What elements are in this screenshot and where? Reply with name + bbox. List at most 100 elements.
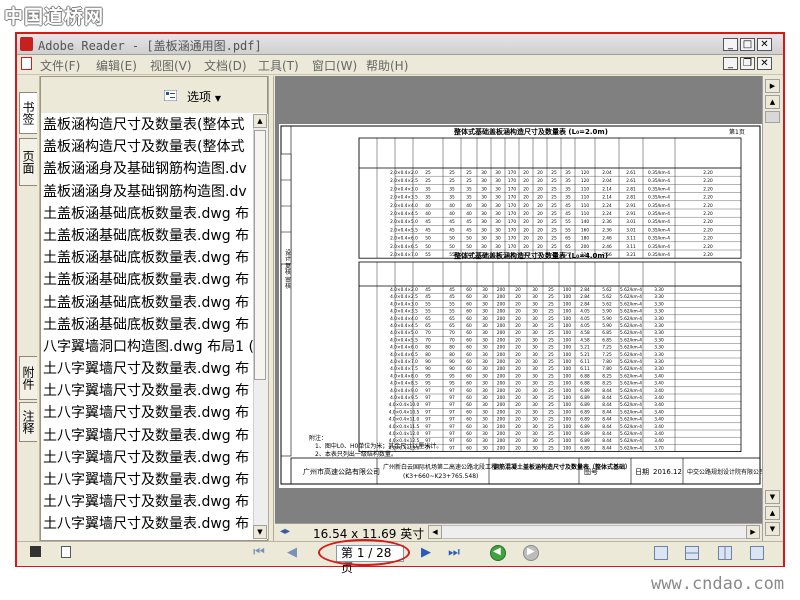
horizontal-scrollbar[interactable] xyxy=(428,525,760,539)
scroll-right-arrow-icon[interactable]: ▶ xyxy=(746,525,760,539)
table-cell: 25 xyxy=(548,388,554,394)
table-cell: 97 xyxy=(449,388,455,394)
table-cell: 97 xyxy=(449,402,455,408)
tab-comments[interactable]: 注释 xyxy=(19,402,37,442)
menu-document[interactable]: 文档(D) xyxy=(204,57,247,74)
continuous-layout-icon[interactable] xyxy=(685,546,699,560)
menu-edit[interactable]: 编辑(E) xyxy=(96,57,137,74)
table-cell: 30 xyxy=(495,211,501,217)
table-cell: 3.21 xyxy=(626,252,636,258)
bookmark-item[interactable]: 土八字翼墙尺寸及数量表.dwg 布 xyxy=(43,491,253,513)
bookmark-item[interactable]: 土盖板涵基础底板数量表.dwg 布 xyxy=(43,269,253,291)
scroll-down-arrow-icon[interactable]: ▼ xyxy=(253,525,267,539)
continuous-facing-layout-icon[interactable] xyxy=(750,546,764,560)
bookmark-item[interactable]: 土盖板涵基础底板数量表.dwg 布 xyxy=(43,203,253,225)
panel-splitter[interactable] xyxy=(268,76,274,541)
chevron-down-icon: ▼ xyxy=(214,94,221,103)
bookmark-item[interactable]: 土八字翼墙尺寸及数量表.dwg 布 xyxy=(43,380,253,402)
table-cell: 45 xyxy=(565,203,571,209)
table-cell: 30 xyxy=(532,301,538,307)
bookmark-item[interactable]: 土八字翼墙尺寸及数量表.dwg 布 xyxy=(43,447,253,469)
minimize-button[interactable]: _ xyxy=(723,38,738,51)
options-menu[interactable]: 选项 ▼ xyxy=(187,88,221,105)
table-cell: 5.62/km-4 xyxy=(620,316,642,322)
bookmark-item[interactable]: 土盖板涵基础底板数量表.dwg 布 xyxy=(43,247,253,269)
table-cell: 60 xyxy=(466,345,472,351)
doc-restore-button[interactable]: ❐ xyxy=(740,57,755,70)
table-cell: 30 xyxy=(532,294,538,300)
table-cell: 25 xyxy=(548,445,554,451)
table-cell: 8.44 xyxy=(602,445,612,451)
doc-scroll-up-icon[interactable]: ▲ xyxy=(765,95,780,109)
next-page-icon[interactable]: ▶ xyxy=(418,545,434,561)
doc-scroll-down-icon[interactable]: ▼ xyxy=(765,490,780,504)
table-cell: 8.44 xyxy=(602,431,612,437)
tab-pages[interactable]: 页面 xyxy=(19,138,37,186)
doc-next-page-icon[interactable]: ▼ xyxy=(765,522,780,536)
close-window-button[interactable]: ✕ xyxy=(757,38,772,51)
bookmark-item[interactable]: 土盖板涵基础底板数量表.dwg 布 xyxy=(43,292,253,314)
bookmark-item[interactable]: 八字翼墙洞口构造图.dwg 布局1 ( xyxy=(43,336,253,358)
bookmark-item[interactable]: 土盖板涵基础底板数量表.dwg 布 xyxy=(43,314,253,336)
table-cell: 2.0×0.4×6.5 xyxy=(390,244,418,250)
table-cell: 100 xyxy=(563,366,571,372)
bookmarks-scroll-thumb[interactable] xyxy=(254,130,266,380)
table-cell: 170 xyxy=(508,219,516,225)
bookmark-item[interactable]: 土盖板涵基础底板数量表.dwg 布 xyxy=(43,225,253,247)
table-cell: 5.21 xyxy=(580,345,590,351)
menu-help[interactable]: 帮助(H) xyxy=(366,57,408,74)
table-cell: 20 xyxy=(537,186,543,192)
menu-tools[interactable]: 工具(T) xyxy=(258,57,299,74)
table-cell: 0.35/km-4 xyxy=(648,186,670,192)
bookmark-item[interactable]: 盖板涵构造尺寸及数量表(整体式 xyxy=(43,136,253,158)
tab-attachments[interactable]: 附件 xyxy=(19,356,37,400)
bookmark-item[interactable]: 盖板涵涵身及基础钢筋构造图.dv xyxy=(43,181,253,203)
bookmark-item[interactable]: 盖板涵构造尺寸及数量表(整体式 xyxy=(43,114,253,136)
table-cell: 5.62/km-4 xyxy=(620,366,642,372)
doc-prev-page-icon[interactable]: ▲ xyxy=(765,506,780,520)
panel-toggle-icon[interactable] xyxy=(30,546,41,557)
table-cell: 100 xyxy=(563,373,571,379)
table-cell: 100 xyxy=(563,352,571,358)
table-cell: 25 xyxy=(548,330,554,336)
table-cell: 2.0×0.4×3.0 xyxy=(390,186,418,192)
doc-minimize-button[interactable]: _ xyxy=(723,57,738,70)
last-page-icon[interactable]: ⏭ xyxy=(446,545,462,561)
bookmark-item[interactable]: 土八字翼墙尺寸及数量表.dwg 布 xyxy=(43,469,253,491)
adobe-reader-icon xyxy=(20,37,33,51)
doc-scroll-right-icon[interactable]: ▶ xyxy=(765,79,780,93)
table-cell: 65 xyxy=(565,244,571,250)
doc-close-button[interactable]: ✕ xyxy=(757,57,772,70)
table-cell: 2.84 xyxy=(580,287,590,293)
menu-window[interactable]: 窗口(W) xyxy=(312,57,357,74)
facing-layout-icon[interactable] xyxy=(718,546,732,560)
single-page-layout-icon[interactable] xyxy=(654,546,668,560)
bookmark-item[interactable]: 土八字翼墙尺寸及数量表.dwg 布 xyxy=(43,358,253,380)
menu-view[interactable]: 视图(V) xyxy=(150,57,192,74)
split-view-icon[interactable]: ◂▸ xyxy=(280,526,290,537)
scroll-left-arrow-icon[interactable]: ◀ xyxy=(428,525,442,539)
options-icon[interactable] xyxy=(164,90,177,101)
footer-date: 2016.12 xyxy=(653,468,682,476)
bookmark-item[interactable]: 土八字翼墙尺寸及数量表.dwg 布 xyxy=(43,402,253,424)
table-cell: 35 xyxy=(425,195,431,201)
doc-scroll-thumb[interactable] xyxy=(765,111,780,123)
previous-page-icon[interactable]: ◀ xyxy=(284,545,300,561)
bookmark-item[interactable]: 土八字翼墙尺寸及数量表.dwg 布 xyxy=(43,513,253,535)
scroll-up-arrow-icon[interactable]: ▲ xyxy=(253,114,267,128)
bookmark-item[interactable]: 土八字翼墙尺寸及数量表.dwg 布 xyxy=(43,425,253,447)
table-cell: 5.62/km-4 xyxy=(620,388,642,394)
table-cell: 20 xyxy=(515,431,521,437)
bookmark-item[interactable]: 盖板涵涵身及基础钢筋构造图.dv xyxy=(43,158,253,180)
table-cell: 40 xyxy=(449,203,455,209)
table-cell: 97 xyxy=(449,409,455,415)
tab-bookmarks[interactable]: 书签 xyxy=(19,92,37,134)
table-cell: 25 xyxy=(548,402,554,408)
page-icon[interactable] xyxy=(61,546,71,558)
table-cell: 40 xyxy=(425,211,431,217)
document-scrollbar[interactable] xyxy=(762,76,782,541)
table-cell: 55 xyxy=(449,301,455,307)
menu-file[interactable]: 文件(F) xyxy=(40,57,80,74)
first-page-icon[interactable]: ⏮ xyxy=(251,545,267,561)
maximize-button[interactable]: □ xyxy=(740,38,755,51)
